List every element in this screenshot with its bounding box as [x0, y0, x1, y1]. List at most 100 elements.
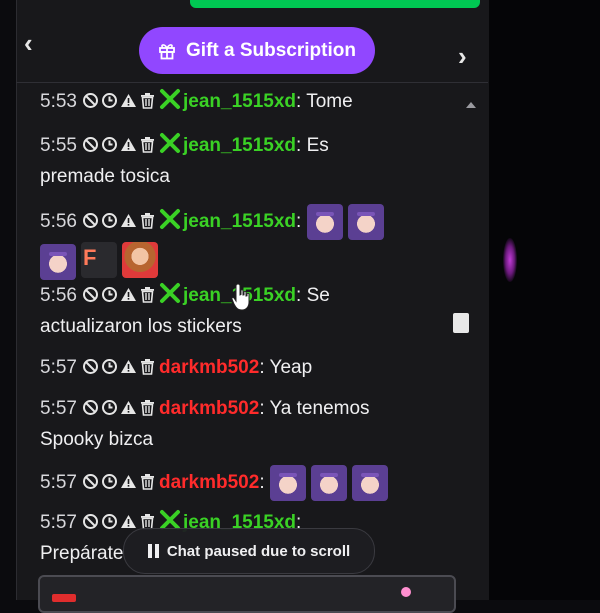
mod-actions [82, 92, 156, 109]
timestamp: 5:55 [40, 135, 77, 156]
timeout-icon[interactable] [101, 286, 118, 303]
ban-icon[interactable] [82, 286, 99, 303]
warning-icon[interactable] [120, 513, 137, 530]
mod-actions [82, 286, 156, 303]
mod-actions [82, 399, 156, 416]
chevron-right-icon[interactable]: › [458, 43, 478, 69]
chat-paused-label: Chat paused due to scroll [166, 542, 351, 560]
scrollbar-thumb[interactable] [453, 313, 469, 333]
warning-icon[interactable] [120, 136, 137, 153]
timestamp: 5:56 [40, 285, 77, 306]
username[interactable]: jean_1515xd [183, 211, 296, 232]
moderator-badge-icon[interactable] [159, 132, 181, 154]
chevron-left-icon[interactable]: ‹ [24, 30, 44, 56]
username[interactable]: jean_1515xd [183, 135, 296, 156]
message-text-continued: premade tosica [40, 166, 170, 187]
girl-emote[interactable] [306, 204, 343, 240]
timeout-icon[interactable] [101, 473, 118, 490]
trash-icon[interactable] [139, 358, 156, 375]
message-text: Ya tenemos [269, 398, 370, 419]
message-text-continued: actualizaron los stickers [40, 316, 242, 337]
username[interactable]: darkmb502 [159, 357, 259, 378]
timeout-icon[interactable] [101, 136, 118, 153]
ban-icon[interactable] [82, 212, 99, 229]
heart-emote[interactable] [122, 242, 158, 278]
timestamp: 5:56 [40, 211, 77, 233]
gift-subscription-button[interactable]: Gift a Subscription [139, 27, 375, 74]
mod-actions [82, 136, 156, 153]
gift-subscription-label: Gift a Subscription [186, 39, 356, 61]
ban-icon[interactable] [82, 136, 99, 153]
f-girl-emote[interactable]: F [81, 242, 117, 278]
trash-icon[interactable] [139, 286, 156, 303]
separator: : [296, 135, 302, 156]
warning-icon[interactable] [120, 286, 137, 303]
background-light-glow [503, 238, 517, 282]
chat-message-list[interactable]: 5:53 jean_1515xd: Tome 5:55 jean_1515xd:… [30, 84, 448, 584]
chat-message: 5:55 jean_1515xd: Es premade tosica [40, 130, 450, 192]
gift-icon [159, 43, 175, 59]
chat-message: 5:53 jean_1515xd: Tome [40, 86, 450, 117]
separator: : [296, 211, 302, 233]
girl-emote[interactable] [40, 244, 76, 280]
warning-icon[interactable] [120, 399, 137, 416]
warning-icon[interactable] [120, 473, 137, 490]
message-text: Yeap [269, 357, 313, 378]
message-text: Se [306, 285, 330, 306]
username[interactable]: darkmb502 [159, 398, 259, 419]
warning-icon[interactable] [120, 358, 137, 375]
moderator-badge-icon[interactable] [159, 88, 181, 110]
background-dark [488, 0, 600, 600]
pointer-cursor-icon [231, 283, 250, 311]
timeout-icon[interactable] [101, 358, 118, 375]
timestamp: 5:57 [40, 398, 77, 419]
trash-icon[interactable] [139, 92, 156, 109]
separator: : [259, 357, 265, 378]
moderator-badge-icon[interactable] [159, 282, 181, 304]
trash-icon[interactable] [139, 212, 156, 229]
top-green-bar [190, 0, 480, 8]
timestamp: 5:53 [40, 91, 77, 112]
timeout-icon[interactable] [101, 92, 118, 109]
pause-icon [147, 544, 159, 558]
timestamp: 5:57 [40, 472, 77, 494]
chat-message: 5:57 darkmb502: Yeap [40, 352, 450, 383]
timeout-icon[interactable] [101, 513, 118, 530]
message-text: Es [306, 135, 329, 156]
mod-actions [82, 358, 156, 375]
mod-actions [82, 473, 156, 490]
moderator-badge-icon[interactable] [159, 208, 181, 230]
trash-icon[interactable] [139, 136, 156, 153]
timeout-icon[interactable] [101, 399, 118, 416]
message-text-continued: Prepárate [40, 543, 124, 564]
input-status-dot [401, 587, 411, 597]
chat-message: 5:57 darkmb502: Ya tenemos Spooky bizca [40, 393, 450, 455]
mod-actions [82, 212, 156, 229]
girl-emote[interactable] [351, 465, 388, 501]
timeout-icon[interactable] [101, 212, 118, 229]
trash-icon[interactable] [139, 399, 156, 416]
girl-emote[interactable] [347, 204, 384, 240]
chat-input[interactable] [38, 575, 456, 613]
separator: : [296, 285, 302, 306]
girl-emote[interactable] [310, 465, 347, 501]
separator: : [259, 472, 265, 494]
warning-icon[interactable] [120, 212, 137, 229]
ban-icon[interactable] [82, 92, 99, 109]
ban-icon[interactable] [82, 513, 99, 530]
separator: : [296, 91, 302, 112]
ban-icon[interactable] [82, 358, 99, 375]
chat-divider [16, 82, 488, 83]
username[interactable]: darkmb502 [159, 472, 259, 493]
chat-message: 5:57 darkmb502: [40, 465, 450, 501]
username[interactable]: jean_1515xd [183, 91, 296, 112]
girl-emote[interactable] [269, 465, 306, 501]
ban-icon[interactable] [82, 473, 99, 490]
separator: : [259, 398, 265, 419]
warning-icon[interactable] [120, 92, 137, 109]
chat-paused-button[interactable]: Chat paused due to scroll [123, 528, 375, 574]
scroll-up-arrow-icon[interactable] [466, 102, 476, 108]
timestamp: 5:57 [40, 357, 77, 378]
trash-icon[interactable] [139, 473, 156, 490]
ban-icon[interactable] [82, 399, 99, 416]
